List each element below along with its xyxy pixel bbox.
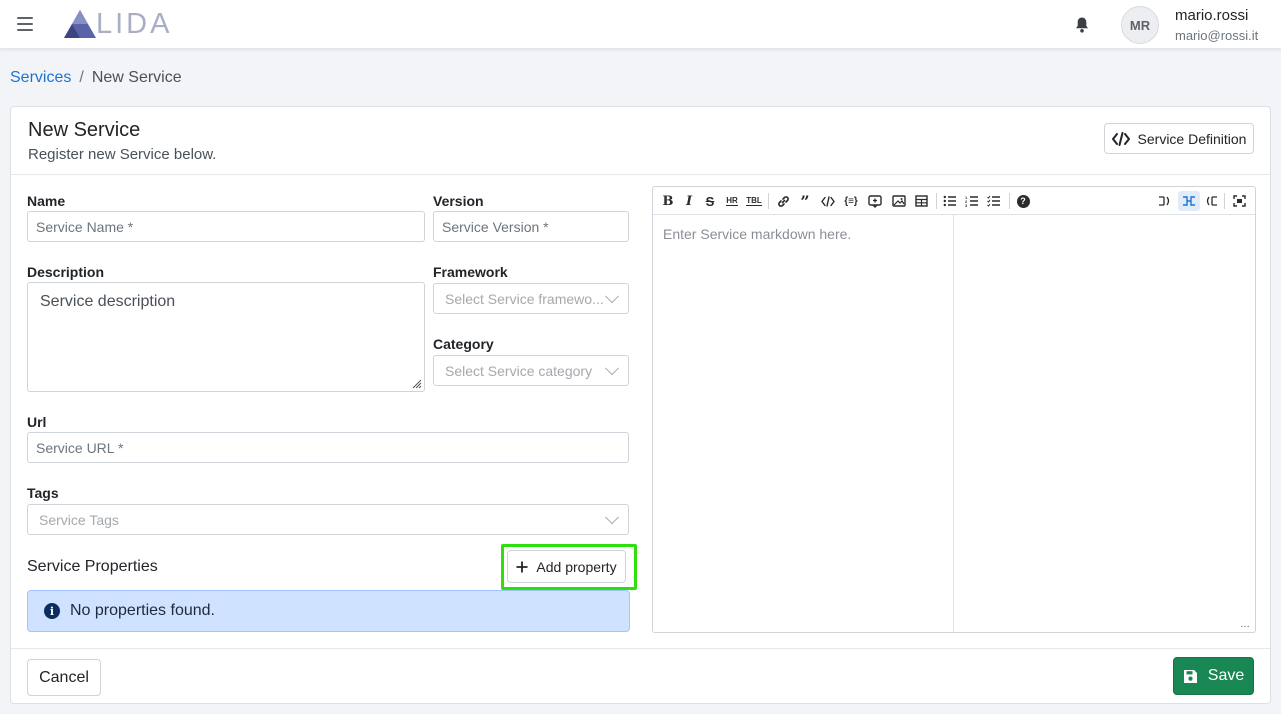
- split-mode-icon[interactable]: [1178, 191, 1200, 211]
- hr-icon[interactable]: HR: [723, 191, 741, 211]
- editor-resize-handle-icon[interactable]: …: [1240, 619, 1250, 630]
- markdown-input-pane[interactable]: Enter Service markdown here.: [653, 215, 954, 632]
- cancel-button[interactable]: Cancel: [27, 659, 101, 696]
- resize-handle-icon[interactable]: [410, 377, 422, 389]
- table-icon[interactable]: TBL: [745, 191, 763, 211]
- toolbar-separator: [936, 193, 937, 209]
- chevron-down-icon: [604, 288, 620, 303]
- chevron-down-icon: [604, 509, 620, 524]
- toolbar-separator: [1224, 193, 1225, 209]
- service-properties-title: Service Properties: [27, 558, 158, 575]
- italic-icon[interactable]: I: [680, 191, 698, 211]
- user-email: mario@rossi.it: [1175, 28, 1259, 43]
- grid-icon[interactable]: [912, 191, 930, 211]
- breadcrumb: Services / New Service: [10, 69, 182, 87]
- info-icon: i: [44, 603, 60, 619]
- add-property-label: Add property: [536, 558, 617, 575]
- service-definition-label: Service Definition: [1137, 130, 1247, 147]
- cancel-label: Cancel: [39, 668, 89, 686]
- new-service-card: New Service Register new Service below. …: [10, 106, 1271, 704]
- editor-toolbar: B I S HR TBL ” {≡} 1 2 3 ?: [653, 187, 1255, 215]
- add-property-button[interactable]: Add property: [507, 550, 626, 583]
- user-name[interactable]: mario.rossi: [1175, 7, 1248, 24]
- toolbar-separator: [1009, 193, 1010, 209]
- hamburger-menu-icon[interactable]: [17, 17, 33, 31]
- page-title: New Service: [28, 119, 141, 141]
- edit-mode-icon[interactable]: [1156, 191, 1174, 211]
- page-subtitle: Register new Service below.: [28, 146, 217, 163]
- tags-placeholder: Service Tags: [39, 511, 119, 528]
- framework-select[interactable]: Select Service framewo...: [433, 283, 629, 314]
- version-label: Version: [433, 193, 484, 209]
- ordered-list-icon[interactable]: 123: [963, 191, 981, 211]
- inline-code-icon[interactable]: [819, 191, 837, 211]
- no-properties-message: No properties found.: [70, 602, 215, 619]
- name-label: Name: [27, 193, 66, 209]
- description-textarea[interactable]: Service description: [27, 282, 425, 392]
- strikethrough-icon[interactable]: S: [701, 191, 719, 211]
- floppy-disk-icon: [1183, 669, 1197, 683]
- version-input[interactable]: Service Version *: [433, 211, 629, 242]
- help-icon[interactable]: ?: [1014, 191, 1032, 211]
- svg-text:3: 3: [965, 203, 968, 207]
- markdown-placeholder: Enter Service markdown here.: [663, 226, 852, 242]
- task-list-icon[interactable]: [985, 191, 1003, 211]
- codeblock-icon[interactable]: {≡}: [842, 191, 860, 211]
- bold-icon[interactable]: B: [659, 191, 677, 211]
- category-placeholder: Select Service category: [445, 362, 593, 379]
- bullet-list-icon[interactable]: [941, 191, 959, 211]
- code-icon: [1111, 131, 1130, 146]
- service-definition-button[interactable]: Service Definition: [1104, 123, 1254, 154]
- no-properties-alert: i No properties found.: [27, 590, 630, 632]
- category-select[interactable]: Select Service category: [433, 355, 629, 386]
- description-label: Description: [27, 264, 105, 280]
- toolbar-separator: [768, 193, 769, 209]
- category-label: Category: [433, 336, 494, 352]
- framework-placeholder: Select Service framewo...: [445, 290, 604, 307]
- image-icon[interactable]: [890, 191, 908, 211]
- divider: [11, 174, 1270, 175]
- notification-bell-icon[interactable]: [1074, 16, 1090, 34]
- name-input[interactable]: Service Name *: [27, 211, 425, 242]
- top-navbar: LIDA MR mario.rossi mario@rossi.it: [0, 0, 1281, 49]
- save-button[interactable]: Save: [1173, 657, 1254, 695]
- divider: [11, 648, 1270, 649]
- tags-label: Tags: [27, 485, 59, 501]
- markdown-editor: B I S HR TBL ” {≡} 1 2 3 ? Enter Service…: [652, 186, 1256, 633]
- url-input[interactable]: Service URL *: [27, 432, 629, 463]
- plus-icon: [516, 561, 528, 572]
- markdown-preview-pane: [954, 215, 1255, 632]
- breadcrumb-separator: /: [79, 69, 84, 86]
- url-label: Url: [27, 414, 47, 430]
- comment-icon[interactable]: [866, 191, 884, 211]
- breadcrumb-current: New Service: [91, 69, 182, 86]
- logo-text: LIDA: [96, 7, 173, 40]
- framework-label: Framework: [433, 264, 508, 280]
- description-placeholder: Service description: [40, 293, 176, 310]
- logo-mark-icon: [64, 10, 96, 38]
- link-icon[interactable]: [774, 191, 792, 211]
- fullscreen-icon[interactable]: [1230, 191, 1248, 211]
- avatar[interactable]: MR: [1121, 6, 1159, 44]
- chevron-down-icon: [604, 360, 620, 375]
- breadcrumb-services-link[interactable]: Services: [10, 69, 71, 87]
- save-label: Save: [1207, 667, 1245, 684]
- preview-mode-icon[interactable]: [1202, 191, 1220, 211]
- app-logo[interactable]: LIDA: [62, 8, 172, 40]
- tags-select[interactable]: Service Tags: [27, 504, 629, 535]
- quote-icon[interactable]: ”: [796, 191, 814, 211]
